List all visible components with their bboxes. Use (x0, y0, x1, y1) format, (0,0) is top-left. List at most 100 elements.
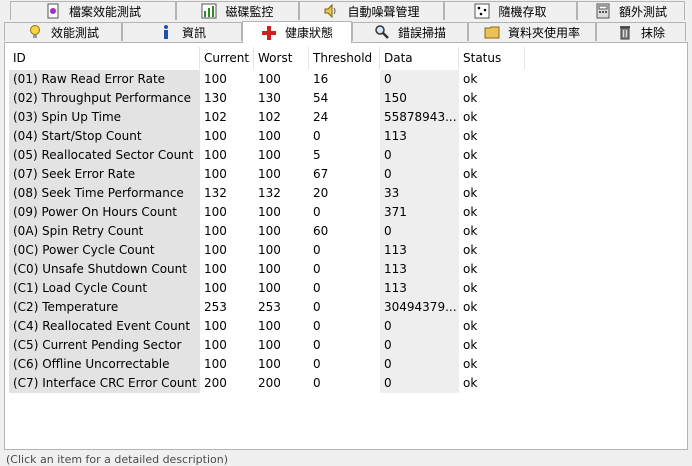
tab-label: 額外測試 (618, 4, 667, 19)
threshold-value: 5 (313, 148, 321, 162)
tab-random-access[interactable]: 隨機存取 (444, 1, 577, 20)
threshold-value: 0 (313, 205, 321, 219)
table-row[interactable]: (C1) Load Cycle Count 100 100 0 113 ok (9, 279, 525, 298)
folder-icon (484, 26, 500, 39)
raw-data-value: 0 (380, 70, 459, 89)
status-value: ok (463, 167, 478, 181)
threshold-value: 0 (313, 262, 321, 276)
status-value: ok (463, 338, 478, 352)
tab-info[interactable]: 資訊 (122, 22, 242, 41)
extra-tests-icon (596, 3, 610, 19)
table-row[interactable]: (01) Raw Read Error Rate 100 100 16 0 ok (9, 70, 525, 89)
tab-error-scan[interactable]: 錯誤掃描 (352, 22, 468, 41)
table-row[interactable]: (C5) Current Pending Sector 100 100 0 0 ok (9, 336, 525, 355)
threshold-value: 60 (313, 224, 329, 238)
column-header-status[interactable]: Status (459, 47, 525, 69)
table-row[interactable]: (05) Reallocated Sector Count 100 100 5 0 ok (9, 146, 525, 165)
tab-benchmark[interactable]: 效能測試 (4, 22, 122, 41)
column-header-worst[interactable]: Worst (254, 47, 309, 69)
current-value: 132 (204, 186, 227, 200)
worst-value: 200 (258, 376, 281, 390)
table-row[interactable]: (C4) Reallocated Event Count 100 100 0 0 ok (9, 317, 525, 336)
threshold-value: 0 (313, 300, 321, 314)
tab-label: 抹除 (640, 25, 665, 40)
current-value: 102 (204, 110, 227, 124)
status-value: ok (463, 186, 478, 200)
attribute-name: (C7) Interface CRC Error Count (9, 374, 200, 393)
status-value: ok (463, 110, 478, 124)
red-cross-icon (261, 25, 276, 40)
attribute-name: (C2) Temperature (9, 298, 200, 317)
raw-data-value: 0 (380, 146, 459, 165)
table-row[interactable]: (04) Start/Stop Count 100 100 0 113 ok (9, 127, 525, 146)
status-value: ok (463, 72, 478, 86)
trash-icon (619, 26, 630, 40)
column-header-id[interactable]: ID (9, 47, 200, 69)
table-row[interactable]: (C7) Interface CRC Error Count 200 200 0 0 ok (9, 374, 525, 393)
tab-file-benchmark[interactable]: 檔案效能測試 (10, 1, 176, 20)
worst-value: 100 (258, 357, 281, 371)
current-value: 100 (204, 338, 227, 352)
threshold-value: 16 (313, 72, 329, 86)
table-row[interactable]: (02) Throughput Performance 130 130 54 150 ok (9, 89, 525, 108)
threshold-value: 0 (313, 319, 321, 333)
table-row[interactable]: (C0) Unsafe Shutdown Count 100 100 0 113 ok (9, 260, 525, 279)
tab-row-bottom: 效能測試 資訊 健康狀態 錯誤掃描 資料夾使用率 抹除 (0, 21, 692, 43)
attribute-name: (C0) Unsafe Shutdown Count (9, 260, 200, 279)
tab-label: 錯誤掃描 (397, 25, 446, 40)
tab-health[interactable]: 健康狀態 (242, 21, 352, 43)
table-row[interactable]: (0A) Spin Retry Count 100 100 60 0 ok (9, 222, 525, 241)
attribute-name: (03) Spin Up Time (9, 108, 200, 127)
table-row[interactable]: (08) Seek Time Performance 132 132 20 33 ok (9, 184, 525, 203)
worst-value: 100 (258, 262, 281, 276)
random-access-icon (474, 3, 490, 19)
current-value: 200 (204, 376, 227, 390)
table-row[interactable]: (C2) Temperature 253 253 0 30494379... ok (9, 298, 525, 317)
table-header: ID Current Worst Threshold Data Status (9, 47, 525, 69)
worst-value: 100 (258, 129, 281, 143)
status-value: ok (463, 319, 478, 333)
tab-folder-usage[interactable]: 資料夾使用率 (468, 22, 596, 41)
table-row[interactable]: (03) Spin Up Time 102 102 24 55878943... ok (9, 108, 525, 127)
attribute-name: (09) Power On Hours Count (9, 203, 200, 222)
raw-data-value: 0 (380, 222, 459, 241)
threshold-value: 67 (313, 167, 329, 181)
status-value: ok (463, 205, 478, 219)
attribute-name: (04) Start/Stop Count (9, 127, 200, 146)
attribute-name: (0C) Power Cycle Count (9, 241, 200, 260)
tab-extra-tests[interactable]: 額外測試 (577, 1, 685, 20)
column-header-data[interactable]: Data (380, 47, 459, 69)
current-value: 130 (204, 91, 227, 105)
threshold-value: 0 (313, 357, 321, 371)
current-value: 100 (204, 319, 227, 333)
worst-value: 100 (258, 72, 281, 86)
threshold-value: 20 (313, 186, 329, 200)
tab-erase[interactable]: 抹除 (596, 22, 686, 41)
attribute-name: (C5) Current Pending Sector (9, 336, 200, 355)
status-value: ok (463, 376, 478, 390)
raw-data-value: 113 (380, 260, 459, 279)
tab-label: 隨機存取 (498, 4, 547, 19)
worst-value: 100 (258, 281, 281, 295)
table-row[interactable]: (C6) Offline Uncorrectable 100 100 0 0 ok (9, 355, 525, 374)
table-row[interactable]: (07) Seek Error Rate 100 100 67 0 ok (9, 165, 525, 184)
table-row[interactable]: (09) Power On Hours Count 100 100 0 371 ok (9, 203, 525, 222)
attribute-name: (05) Reallocated Sector Count (9, 146, 200, 165)
worst-value: 132 (258, 186, 281, 200)
raw-data-value: 55878943... (380, 108, 459, 127)
tab-label: 磁碟監控 (225, 4, 274, 19)
worst-value: 100 (258, 167, 281, 181)
raw-data-value: 0 (380, 355, 459, 374)
column-header-current[interactable]: Current (200, 47, 254, 69)
column-header-threshold[interactable]: Threshold (309, 47, 380, 69)
current-value: 253 (204, 300, 227, 314)
threshold-value: 0 (313, 281, 321, 295)
file-benchmark-icon (47, 3, 59, 19)
tab-acoustic-management[interactable]: 自動噪聲管理 (299, 1, 444, 20)
threshold-value: 0 (313, 129, 321, 143)
tab-disk-monitor[interactable]: 磁碟監控 (176, 1, 299, 20)
attribute-name: (08) Seek Time Performance (9, 184, 200, 203)
worst-value: 100 (258, 243, 281, 257)
attribute-name: (02) Throughput Performance (9, 89, 200, 108)
table-row[interactable]: (0C) Power Cycle Count 100 100 0 113 ok (9, 241, 525, 260)
